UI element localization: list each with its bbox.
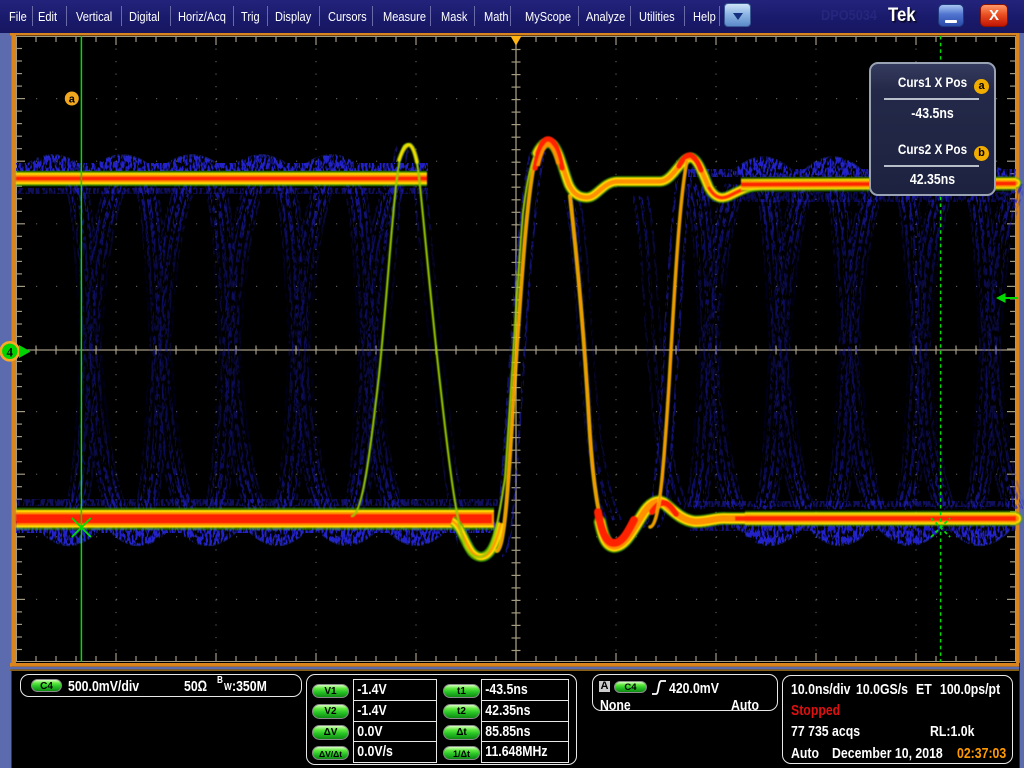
svg-text:a: a bbox=[69, 94, 76, 106]
svg-text:4: 4 bbox=[7, 344, 14, 359]
